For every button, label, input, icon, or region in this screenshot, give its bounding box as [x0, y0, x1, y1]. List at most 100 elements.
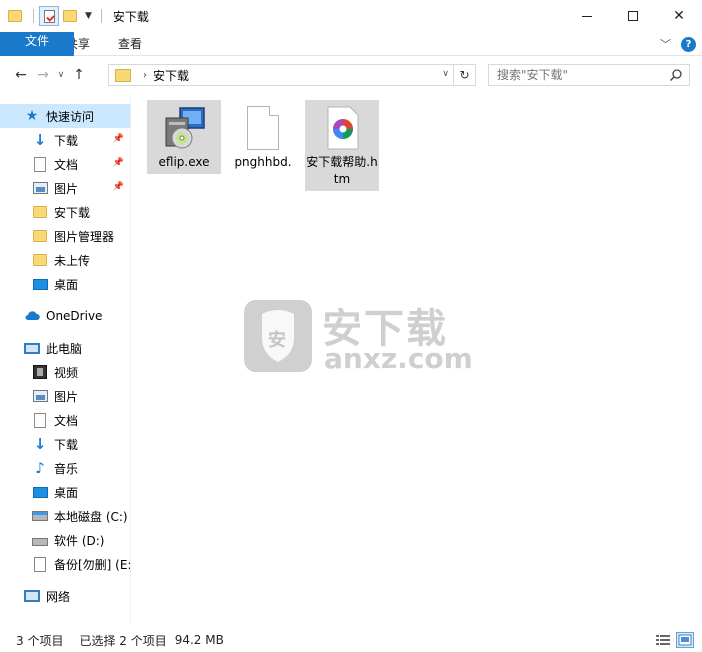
sidebar-item-picture-manager[interactable]: 图片管理器 — [0, 224, 130, 248]
sidebar-item-videos[interactable]: 视频 — [0, 360, 130, 384]
pictures-icon — [32, 388, 48, 404]
customize-toolbar-dropdown[interactable]: ▼ — [85, 11, 92, 21]
watermark-badge: 安 — [268, 330, 286, 351]
music-icon: ♪ — [35, 458, 45, 477]
sidebar-item-label: 快速访问 — [46, 109, 95, 124]
tab-view[interactable]: 查看 — [104, 32, 156, 56]
sidebar-item-downloads[interactable]: ↓ 下载 📌 — [0, 128, 130, 152]
forward-arrow-icon[interactable]: → — [32, 67, 54, 83]
toolbar-divider — [33, 9, 34, 23]
breadcrumb-chevron-icon[interactable]: › — [143, 70, 147, 81]
sidebar-item-desktop[interactable]: 桌面 — [0, 272, 130, 296]
search-input[interactable] — [497, 68, 667, 82]
sidebar-item-label: OneDrive — [46, 309, 103, 323]
sidebar-item-label: 文档 — [54, 157, 79, 172]
ribbon-right-controls: ﹀ ? — [660, 36, 696, 52]
folder-icon — [115, 68, 131, 82]
details-view-button[interactable] — [654, 632, 672, 648]
status-bar: 3 个项目 已选择 2 个项目 94.2 MB — [0, 628, 702, 652]
selection-count: 已选择 2 个项目 — [79, 633, 167, 648]
sidebar-item-label: 安下载 — [54, 205, 91, 220]
document-icon — [32, 156, 48, 172]
sidebar-item-drive-e[interactable]: 备份[勿删] (E: — [0, 552, 130, 576]
back-arrow-icon[interactable]: ← — [10, 67, 32, 83]
search-box[interactable] — [488, 64, 690, 86]
recent-locations-dropdown-icon[interactable]: ∨ — [54, 70, 68, 80]
file-item[interactable]: eflip.exe — [147, 100, 221, 174]
address-bar[interactable]: › 安下载 ∨ ↻ — [108, 64, 476, 86]
watermark-domain: anxz.com — [324, 342, 473, 375]
navigation-bar: ← → ∨ ↑ › 安下载 ∨ ↻ — [0, 56, 702, 94]
sidebar-item-label: 本地磁盘 (C:) — [54, 509, 128, 524]
cloud-icon — [24, 308, 40, 324]
sidebar-item-label: 音乐 — [54, 461, 79, 476]
star-icon: ★ — [25, 108, 39, 124]
sidebar-item-label: 桌面 — [54, 485, 79, 500]
sidebar-item-label: 下载 — [54, 437, 79, 452]
sidebar-item-not-uploaded[interactable]: 未上传 — [0, 248, 130, 272]
file-item[interactable]: 安下载帮助.htm — [305, 100, 379, 191]
html-file-icon — [327, 106, 359, 150]
file-name: 安下载帮助.htm — [306, 155, 378, 186]
details-view-icon — [656, 635, 670, 645]
up-arrow-icon[interactable]: ↑ — [68, 67, 90, 83]
sidebar-item-drive-d[interactable]: 软件 (D:) — [0, 528, 130, 552]
expand-ribbon-icon[interactable]: ﹀ — [660, 36, 671, 52]
properties-button[interactable] — [39, 6, 59, 26]
pictures-icon — [32, 180, 48, 196]
sidebar-item-music[interactable]: ♪ 音乐 — [0, 456, 130, 480]
sidebar-item-documents[interactable]: 文档 📌 — [0, 152, 130, 176]
address-dropdown-icon[interactable]: ∨ — [442, 69, 449, 79]
desktop-icon — [32, 276, 48, 292]
breadcrumb-current[interactable]: 安下载 — [153, 67, 189, 84]
blank-file-icon — [247, 104, 279, 152]
close-icon: ✕ — [673, 8, 685, 24]
file-name: pnghhbd. — [234, 155, 292, 169]
refresh-button[interactable]: ↻ — [453, 65, 475, 85]
new-folder-button[interactable] — [63, 10, 77, 22]
toolbar-divider — [100, 9, 102, 23]
large-icons-view-icon — [678, 634, 692, 646]
sidebar-item-network[interactable]: 网络 — [0, 584, 130, 608]
large-icons-view-button[interactable] — [676, 632, 694, 648]
sidebar-item-anxz[interactable]: 安下载 — [0, 200, 130, 224]
ribbon-tabs: 文件 主页 共享 查看 ﹀ ? — [0, 31, 702, 56]
computer-icon — [24, 340, 40, 356]
watermark: 安 安下载 anxz.com — [242, 296, 473, 376]
sidebar-item-pc-documents[interactable]: 文档 — [0, 408, 130, 432]
tab-file[interactable]: 文件 — [0, 31, 74, 56]
system-drive-icon — [32, 508, 48, 524]
sidebar-item-label: 图片 — [54, 181, 79, 196]
sidebar-item-pc-pictures[interactable]: 图片 — [0, 384, 130, 408]
sidebar-item-pc-desktop[interactable]: 桌面 — [0, 480, 130, 504]
download-icon: ↓ — [33, 434, 47, 453]
download-icon: ↓ — [33, 130, 47, 149]
sidebar-item-pc-downloads[interactable]: ↓ 下载 — [0, 432, 130, 456]
drive-icon — [32, 556, 48, 572]
folder-icon[interactable] — [8, 10, 22, 22]
window-title: 安下载 — [112, 9, 149, 24]
sidebar-item-onedrive[interactable]: OneDrive — [0, 304, 130, 328]
file-list[interactable]: eflip.exe pnghhbd. 安下载帮助.htm 安 安下载 anxz.… — [132, 96, 702, 624]
sidebar-item-label: 桌面 — [54, 277, 79, 292]
close-button[interactable]: ✕ — [656, 0, 702, 32]
maximize-button[interactable] — [610, 0, 656, 32]
sidebar-item-label: 此电脑 — [46, 341, 83, 356]
sidebar-item-this-pc[interactable]: 此电脑 — [0, 336, 130, 360]
folder-icon — [32, 204, 48, 220]
navigation-pane: ★ 快速访问 ↓ 下载 📌 文档 📌 图片 📌 安下载 图片管理器 未上传 桌面… — [0, 96, 131, 624]
sidebar-item-label: 文档 — [54, 413, 79, 428]
file-item[interactable]: pnghhbd. — [226, 100, 300, 174]
help-icon[interactable]: ? — [681, 36, 696, 52]
minimize-button[interactable] — [564, 0, 610, 32]
sidebar-item-quick-access[interactable]: ★ 快速访问 — [0, 104, 130, 128]
desktop-icon — [32, 484, 48, 500]
sidebar-item-pictures[interactable]: 图片 📌 — [0, 176, 130, 200]
video-icon — [32, 364, 48, 380]
view-switcher — [650, 632, 694, 648]
sidebar-item-drive-c[interactable]: 本地磁盘 (C:) — [0, 504, 130, 528]
pin-icon: 📌 — [112, 182, 124, 192]
sidebar-item-label: 图片 — [54, 389, 79, 404]
sidebar-item-label: 备份[勿删] (E: — [54, 557, 130, 572]
minimize-icon — [582, 15, 592, 17]
